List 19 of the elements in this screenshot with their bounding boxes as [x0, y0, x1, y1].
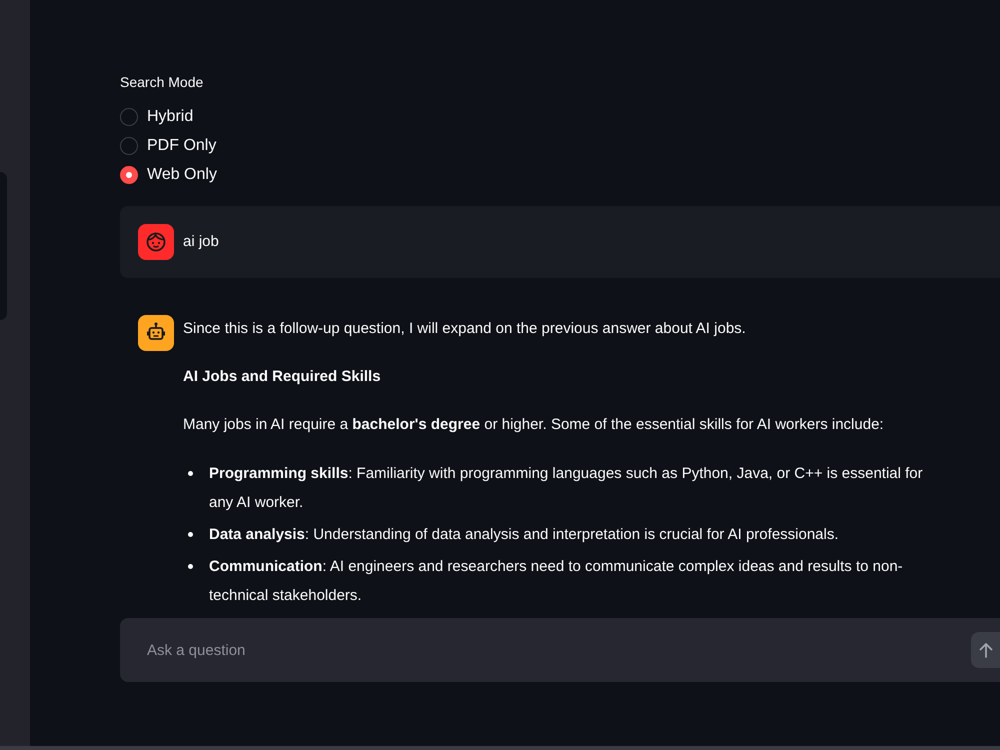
bullet-icon [188, 471, 193, 476]
bullet-icon [188, 564, 193, 569]
list-item-text: Communication: AI engineers and researchers need to communicate complex ideas and results to non-technical stakeholders. [209, 557, 904, 606]
list-item-text: Programming skills: Familiarity with programming languages such as Python, Java, or C++ is essential for any AI worker. [209, 464, 924, 513]
arrow-up-icon [979, 642, 993, 658]
bullet-icon [188, 532, 193, 537]
chat-input-field[interactable]: Ask a question [120, 618, 1000, 682]
send-button[interactable] [971, 632, 1000, 668]
list-item-text: Data analysis: Understanding of data analysis and interpretation is crucial for AI professionals. [209, 525, 839, 545]
message-text: Since this is a follow-up question, I will expand on the previous answer about AI jobs. [183, 319, 746, 339]
robot-avatar-icon [138, 315, 174, 351]
radio-option[interactable]: Web Only [120, 160, 217, 189]
message-text: ai job [183, 232, 219, 252]
search-mode-label: Search Mode [120, 74, 204, 90]
radio-option[interactable]: PDF Only [120, 131, 216, 160]
section-heading: AI Jobs and Required Skills [183, 367, 381, 387]
message-text: Many jobs in AI require a bachelor's degree or higher. Some of the essential skills for AI workers include: [183, 415, 884, 435]
radio-option[interactable]: Hybrid [120, 102, 194, 131]
face-avatar-icon [138, 224, 174, 260]
